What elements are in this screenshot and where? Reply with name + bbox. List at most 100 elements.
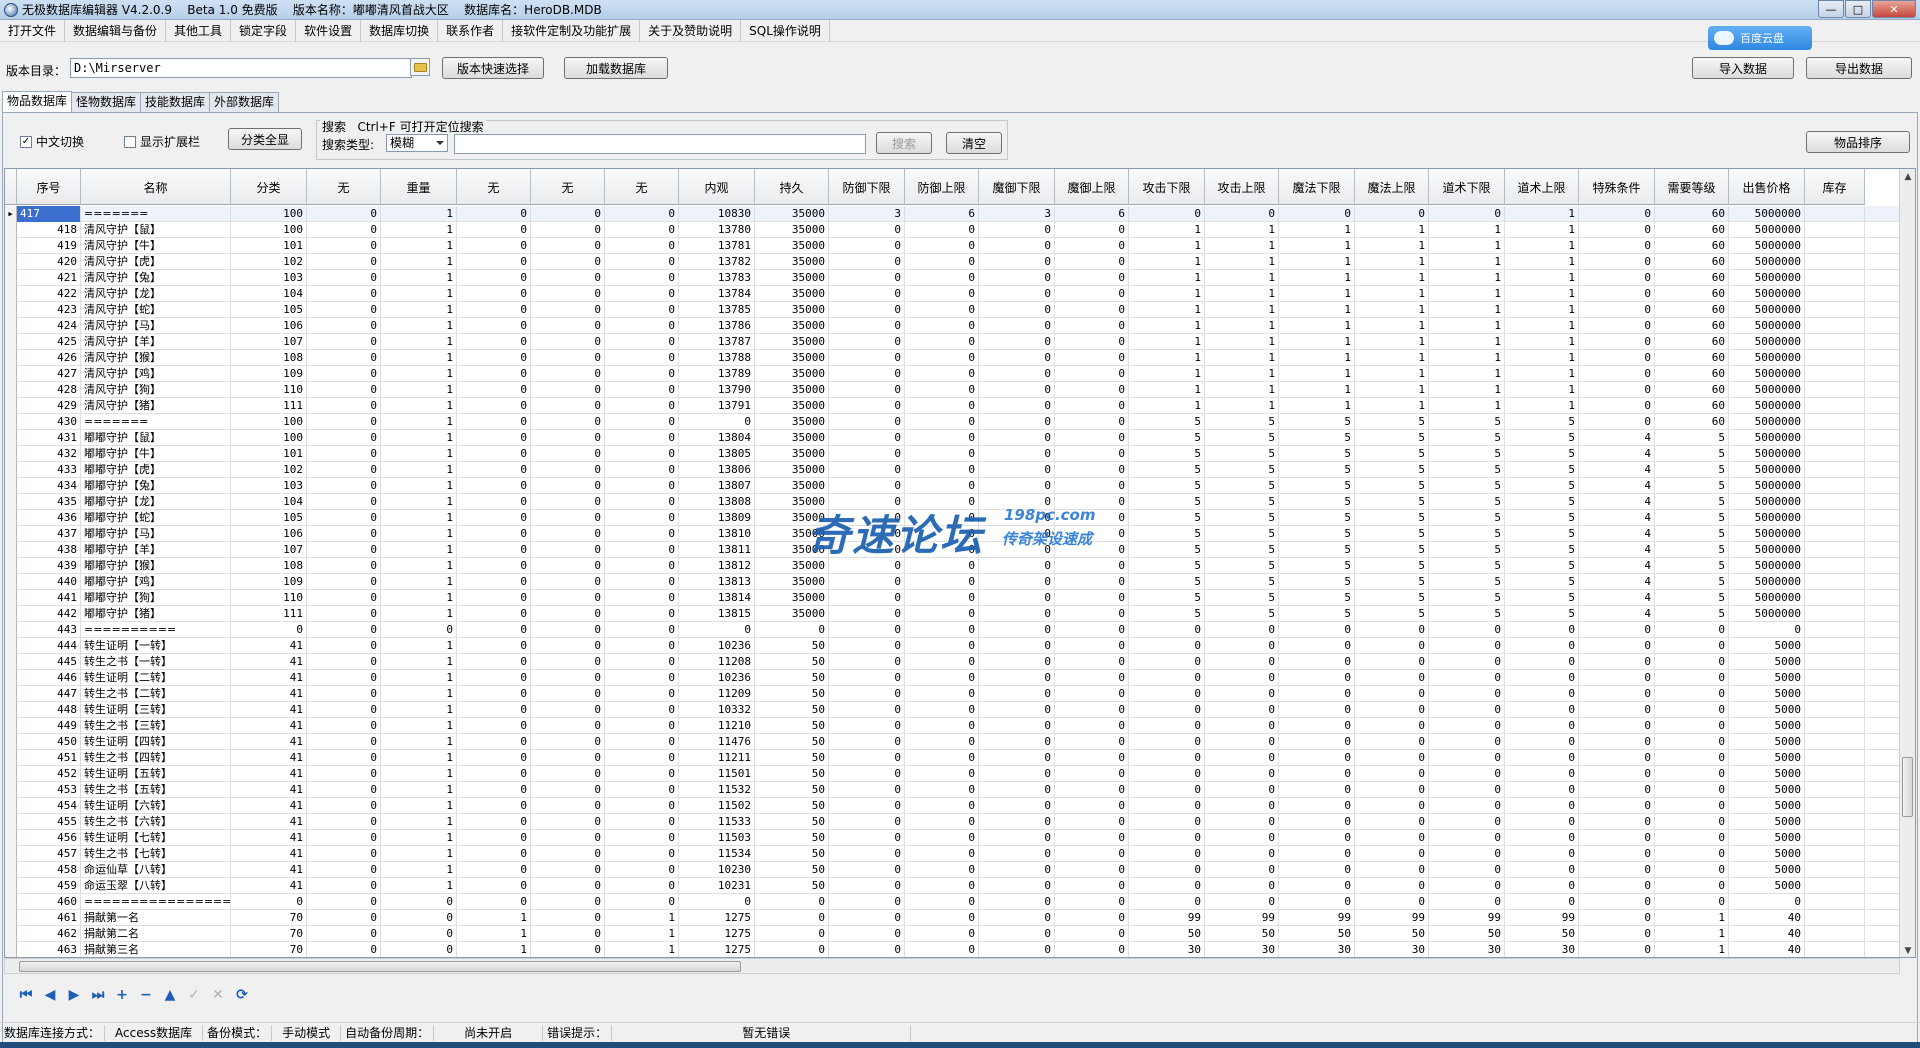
table-cell[interactable]: 0 [457, 654, 531, 670]
table-row[interactable]: 425 清风守护【羊】 107 0 1 0 0 0 13787 35000 0 0 0 0 1 1 1 1 1 1 0 6… [5, 334, 1901, 350]
table-cell[interactable]: 0 [1279, 830, 1355, 846]
table-cell[interactable]: 清风守护【猴】 [81, 350, 231, 366]
column-header[interactable]: 无 [605, 169, 679, 205]
table-cell[interactable]: 5 [1355, 462, 1429, 478]
table-cell[interactable]: 35000 [755, 254, 829, 270]
menu-contact-author[interactable]: 联系作者 [438, 19, 504, 42]
table-cell[interactable]: 0 [979, 846, 1055, 862]
table-cell[interactable]: 5 [1655, 558, 1729, 574]
table-cell[interactable]: 0 [605, 398, 679, 414]
table-cell[interactable]: 0 [1129, 750, 1205, 766]
table-cell[interactable]: 0 [457, 670, 531, 686]
table-cell[interactable]: 5 [1429, 542, 1505, 558]
table-cell[interactable]: 35000 [755, 382, 829, 398]
table-cell[interactable]: 0 [531, 942, 605, 957]
table-cell[interactable] [1805, 606, 1865, 622]
table-cell[interactable]: 0 [1055, 942, 1129, 957]
table-cell[interactable]: 4 [1579, 526, 1655, 542]
table-cell[interactable]: 107 [231, 542, 307, 558]
table-cell[interactable]: 35000 [755, 574, 829, 590]
table-cell[interactable]: 0 [231, 622, 307, 638]
table-cell[interactable]: 4 [1579, 462, 1655, 478]
table-cell[interactable]: 0 [829, 254, 905, 270]
table-cell[interactable]: 102 [231, 254, 307, 270]
prev-record-icon[interactable]: ◀ [38, 986, 62, 1004]
table-cell[interactable]: 0 [605, 734, 679, 750]
table-cell[interactable]: 5 [1429, 462, 1505, 478]
table-cell[interactable]: 0 [605, 286, 679, 302]
table-cell[interactable]: 5 [1279, 526, 1355, 542]
baidu-cloud-badge[interactable]: 百度云盘 [1708, 26, 1812, 50]
table-cell[interactable]: 35000 [755, 366, 829, 382]
table-cell[interactable]: 4 [1579, 430, 1655, 446]
column-header[interactable]: 无 [531, 169, 605, 205]
table-cell[interactable]: 0 [1579, 830, 1655, 846]
table-cell[interactable]: 0 [457, 798, 531, 814]
table-cell[interactable]: 0 [829, 302, 905, 318]
table-cell[interactable]: 0 [1055, 254, 1129, 270]
table-cell[interactable]: 0 [1055, 862, 1129, 878]
table-cell[interactable]: 0 [755, 894, 829, 910]
table-cell[interactable]: 420 [17, 254, 81, 270]
table-cell[interactable]: 0 [829, 894, 905, 910]
table-cell[interactable]: 0 [1055, 766, 1129, 782]
vertical-scroll-thumb[interactable] [1902, 757, 1913, 817]
table-cell[interactable]: 60 [1655, 350, 1729, 366]
table-cell[interactable]: 11502 [679, 798, 755, 814]
table-cell[interactable]: 50 [755, 878, 829, 894]
table-cell[interactable]: 101 [231, 446, 307, 462]
column-header[interactable]: 分类 [231, 169, 307, 205]
tab-skills-db[interactable]: 技能数据库 [140, 92, 211, 112]
table-cell[interactable]: 0 [1655, 798, 1729, 814]
table-row[interactable]: 451 转生之书【四转】 41 0 1 0 0 0 11211 50 0 0 0 0 0 0 0 0 0 0 0 0 500… [5, 750, 1901, 766]
table-cell[interactable]: 0 [1055, 270, 1129, 286]
table-cell[interactable]: 0 [1205, 702, 1279, 718]
table-cell[interactable]: 5 [1355, 494, 1429, 510]
table-cell[interactable]: 5000000 [1729, 414, 1805, 430]
table-cell[interactable]: 1 [1205, 318, 1279, 334]
table-cell[interactable]: 105 [231, 302, 307, 318]
table-cell[interactable]: 446 [17, 670, 81, 686]
table-cell[interactable]: 1 [1129, 350, 1205, 366]
table-cell[interactable]: 0 [1279, 798, 1355, 814]
table-cell[interactable]: 0 [829, 574, 905, 590]
table-cell[interactable]: 0 [1579, 686, 1655, 702]
table-cell[interactable]: 嘟嘟守护【蛇】 [81, 510, 231, 526]
table-cell[interactable]: 0 [605, 718, 679, 734]
table-cell[interactable]: 0 [605, 798, 679, 814]
table-cell[interactable]: 1 [1505, 302, 1579, 318]
column-header[interactable]: 防御下限 [829, 169, 905, 205]
table-cell[interactable]: 0 [1055, 750, 1129, 766]
table-cell[interactable]: 30 [1429, 942, 1505, 957]
table-cell[interactable]: 转生证明【四转】 [81, 734, 231, 750]
table-cell[interactable]: 0 [1655, 670, 1729, 686]
show-ext-checkbox[interactable]: 显示扩展栏 [124, 133, 200, 150]
table-cell[interactable]: 5 [1655, 462, 1729, 478]
menu-about-sponsor[interactable]: 关于及赞助说明 [640, 19, 742, 42]
table-cell[interactable]: 1 [1429, 270, 1505, 286]
table-cell[interactable]: 0 [307, 462, 381, 478]
table-cell[interactable]: 0 [829, 702, 905, 718]
table-cell[interactable]: 50 [755, 798, 829, 814]
table-cell[interactable]: 0 [457, 334, 531, 350]
table-cell[interactable]: 1 [381, 222, 457, 238]
table-cell[interactable]: 1 [381, 878, 457, 894]
table-cell[interactable]: 0 [1655, 622, 1729, 638]
table-cell[interactable]: 1 [381, 526, 457, 542]
table-cell[interactable]: 0 [307, 894, 381, 910]
table-cell[interactable]: 1 [1129, 334, 1205, 350]
table-cell[interactable]: 0 [979, 750, 1055, 766]
table-cell[interactable]: 0 [1655, 654, 1729, 670]
table-cell[interactable]: 嘟嘟守护【鸡】 [81, 574, 231, 590]
table-cell[interactable]: 60 [1655, 238, 1729, 254]
search-input[interactable] [454, 134, 866, 154]
table-cell[interactable] [1805, 462, 1865, 478]
table-cell[interactable]: 0 [905, 334, 979, 350]
table-cell[interactable]: 0 [755, 942, 829, 957]
table-cell[interactable]: 1 [1279, 238, 1355, 254]
table-cell[interactable]: 0 [1205, 686, 1279, 702]
table-cell[interactable]: 0 [531, 286, 605, 302]
table-cell[interactable]: 0 [531, 622, 605, 638]
table-cell[interactable] [1805, 670, 1865, 686]
table-cell[interactable]: 0 [531, 254, 605, 270]
